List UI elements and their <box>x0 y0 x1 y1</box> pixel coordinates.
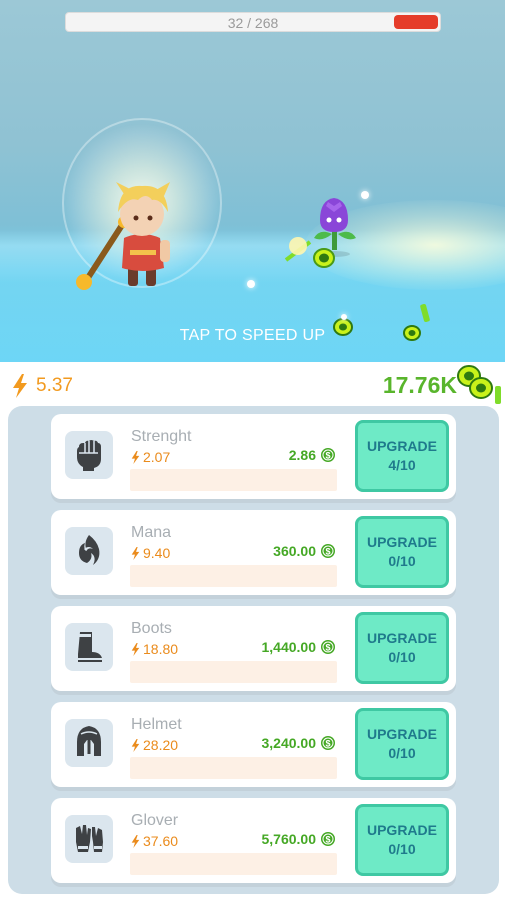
upgrade-cost-value: 3,240.00 <box>261 735 317 751</box>
sparkle <box>361 191 369 199</box>
upgrade-level: 4/10 <box>388 457 416 473</box>
svg-text:$: $ <box>325 835 330 845</box>
hero-character <box>76 182 170 290</box>
stats-bar: 5.37 17.76K <box>0 362 505 408</box>
upgrade-cost: 2.86 $ <box>289 447 336 463</box>
upgrade-progress-bar <box>130 661 337 683</box>
upgrade-button[interactable]: UPGRADE 0/10 <box>355 708 449 780</box>
upgrade-button[interactable]: UPGRADE 0/10 <box>355 612 449 684</box>
coin-icon: $ <box>321 448 335 462</box>
enemy-health-text: 32 / 268 <box>227 15 279 31</box>
upgrade-button-label: UPGRADE <box>366 822 437 838</box>
spartan-helmet-icon <box>77 726 101 756</box>
lightning-icon <box>131 546 140 560</box>
fist-icon <box>77 440 101 471</box>
coin-stack-icon <box>457 365 501 404</box>
upgrade-panel: Strenght 2.07 2.86 $ UPGRADE 4/10 Mana 9… <box>8 406 499 894</box>
upgrade-card-gloves: Glover 37.60 5,760.00 $ UPGRADE 0/10 <box>51 798 456 883</box>
upgrade-card-mana: Mana 9.40 360.00 $ UPGRADE 0/10 <box>51 510 456 595</box>
upgrade-power: 9.40 <box>131 545 170 561</box>
upgrade-name: Boots <box>131 620 172 637</box>
upgrade-name: Glover <box>131 812 179 829</box>
upgrade-name: Helmet <box>131 716 182 733</box>
upgrade-power: 37.60 <box>131 833 178 849</box>
upgrade-cost-value: 5,760.00 <box>261 831 317 847</box>
upgrade-level: 0/10 <box>388 649 416 665</box>
upgrade-button-label: UPGRADE <box>366 726 437 742</box>
mana-flame-icon <box>79 535 100 565</box>
upgrade-card-strength: Strenght 2.07 2.86 $ UPGRADE 4/10 <box>51 414 456 499</box>
game-scene[interactable]: 32 / 268 TAP TO SPEED UP <box>0 0 505 362</box>
upgrade-power-value: 37.60 <box>143 833 179 849</box>
upgrade-name: Strenght <box>131 428 192 445</box>
upgrade-progress-bar <box>130 565 337 587</box>
upgrade-power-value: 2.07 <box>143 449 171 465</box>
upgrade-button[interactable]: UPGRADE 4/10 <box>355 420 449 492</box>
upgrade-cost: 5,760.00 $ <box>262 831 337 847</box>
upgrade-card-helmet: Helmet 28.20 3,240.00 $ UPGRADE 0/10 <box>51 702 456 787</box>
upgrade-cost-value: 2.86 <box>288 447 316 463</box>
upgrade-cost-value: 1,440.00 <box>261 639 317 655</box>
coin-icon: $ <box>321 640 335 654</box>
energy-counter: 5.37 <box>12 374 73 398</box>
gold-amount: 17.76K <box>382 372 457 398</box>
tap-to-speed-up-hint: TAP TO SPEED UP <box>179 327 326 344</box>
upgrade-name: Mana <box>131 524 172 541</box>
upgrade-progress-bar <box>130 469 337 491</box>
gloves-icon <box>76 825 103 852</box>
energy-value: 5.37 <box>36 375 73 396</box>
coin-icon: $ <box>321 832 335 846</box>
upgrade-icon-box <box>65 431 113 479</box>
upgrade-cost: 3,240.00 $ <box>262 735 337 751</box>
sparkle <box>247 280 255 288</box>
sparkle <box>341 314 347 320</box>
enemy-health-bar: 32 / 268 <box>65 12 441 32</box>
lightning-icon <box>131 738 140 752</box>
upgrade-progress-bar <box>130 757 337 779</box>
lightning-icon <box>131 834 140 848</box>
upgrade-button[interactable]: UPGRADE 0/10 <box>355 516 449 588</box>
upgrade-button[interactable]: UPGRADE 0/10 <box>355 804 449 876</box>
upgrade-cost: 360.00 $ <box>273 543 336 559</box>
upgrade-cost: 1,440.00 $ <box>262 639 337 655</box>
svg-text:$: $ <box>325 643 330 653</box>
coin-icon: $ <box>321 736 335 750</box>
upgrade-power-value: 9.40 <box>143 545 171 561</box>
coin-burst <box>284 237 335 268</box>
upgrade-progress-bar <box>130 853 337 875</box>
coin-icon: $ <box>321 544 335 558</box>
upgrade-icon-box <box>65 527 113 575</box>
upgrade-button-label: UPGRADE <box>366 630 437 646</box>
upgrade-button-label: UPGRADE <box>366 438 437 454</box>
svg-text:$: $ <box>325 451 330 461</box>
svg-text:$: $ <box>325 739 330 749</box>
upgrade-power-value: 18.80 <box>143 641 179 657</box>
upgrade-power: 28.20 <box>131 737 178 753</box>
upgrade-power-value: 28.20 <box>143 737 179 753</box>
lightning-icon <box>131 642 140 656</box>
boot-icon <box>78 632 102 662</box>
upgrade-icon-box <box>65 815 113 863</box>
upgrade-card-boots: Boots 18.80 1,440.00 $ UPGRADE 0/10 <box>51 606 456 691</box>
lightning-icon <box>13 374 27 398</box>
upgrade-power: 2.07 <box>131 449 170 465</box>
upgrade-level: 0/10 <box>388 553 416 569</box>
upgrade-level: 0/10 <box>388 841 416 857</box>
upgrade-button-label: UPGRADE <box>366 534 437 550</box>
svg-text:$: $ <box>325 547 330 557</box>
lightning-icon <box>131 450 140 464</box>
upgrade-icon-box <box>65 719 113 767</box>
upgrade-power: 18.80 <box>131 641 178 657</box>
upgrade-level: 0/10 <box>388 745 416 761</box>
upgrade-icon-box <box>65 623 113 671</box>
upgrade-cost-value: 360.00 <box>273 543 316 559</box>
